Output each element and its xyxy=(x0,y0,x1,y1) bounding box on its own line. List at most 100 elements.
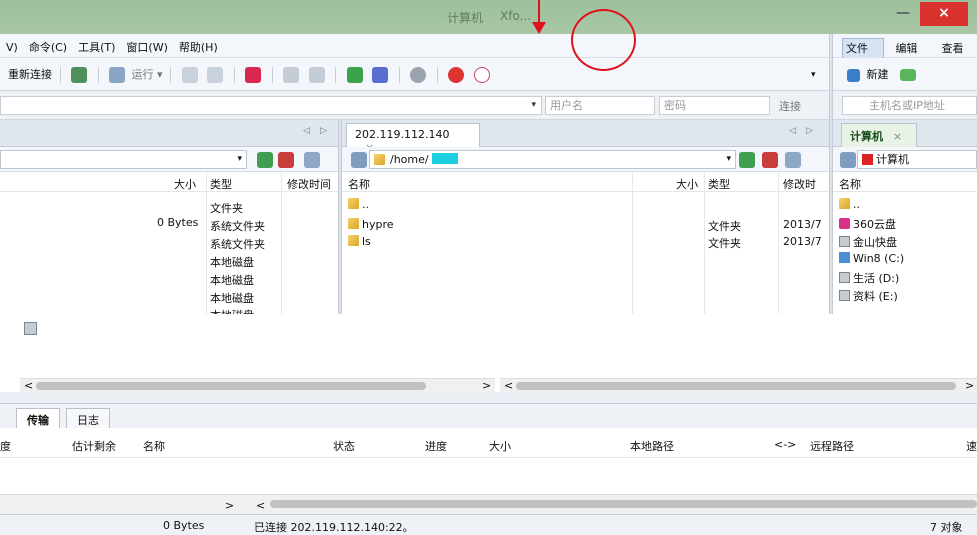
transfer-list xyxy=(0,458,977,494)
menu-tools[interactable]: 工具(T) xyxy=(78,39,115,55)
scroll-left-icon[interactable]: < xyxy=(256,499,265,512)
list-item-type: 文件夹 xyxy=(708,220,741,233)
col-size[interactable]: 大小 xyxy=(489,438,511,454)
refresh-icon[interactable] xyxy=(278,152,294,168)
tab-remote-label: 202.119.112.140 xyxy=(355,128,450,141)
scroll-thumb[interactable] xyxy=(270,500,977,508)
list-item[interactable]: 生活 (D:) xyxy=(839,270,899,286)
minimize-button[interactable]: — xyxy=(890,2,916,26)
drive-icon xyxy=(24,322,37,335)
list-item[interactable]: 金山快盘 xyxy=(839,234,897,250)
list-item-type: 本地磁盘 xyxy=(210,274,254,287)
view-mode-icon[interactable] xyxy=(785,152,801,168)
tab-scroll-left-icon[interactable]: ◁ xyxy=(303,126,310,136)
tab-computer[interactable]: 计算机 × xyxy=(841,123,917,147)
col-status[interactable]: 状态 xyxy=(333,438,355,454)
transfer-icon[interactable] xyxy=(245,67,262,83)
tab-close-icon[interactable]: × xyxy=(893,130,902,143)
run-button[interactable]: 运行 ▾ xyxy=(132,68,163,81)
list-item[interactable]: 资料 (E:) xyxy=(839,288,898,304)
parent-folder-icon[interactable] xyxy=(257,152,273,168)
col-name[interactable]: 名称 xyxy=(839,176,861,192)
window-title: 计算机 xyxy=(447,11,484,25)
col-eta[interactable]: 估计剩余 xyxy=(72,438,116,454)
bottom-hscrollbar[interactable]: > < xyxy=(0,494,977,514)
remote-hscrollbar[interactable]: < > xyxy=(500,378,977,393)
tab-scroll-right-icon[interactable]: ▷ xyxy=(320,126,327,136)
gear-icon[interactable] xyxy=(410,67,427,83)
host-field[interactable]: 主机名或IP地址 xyxy=(842,96,977,115)
right-path-field[interactable]: 计算机 xyxy=(857,150,977,169)
menu-help[interactable]: 帮助(H) xyxy=(179,39,218,55)
compare-icon[interactable] xyxy=(372,67,389,83)
menu-window[interactable]: 窗口(W) xyxy=(126,39,167,55)
paste-icon[interactable] xyxy=(308,67,325,83)
col-speed[interactable]: 速 xyxy=(966,438,977,454)
col-progress[interactable]: 进度 xyxy=(425,438,447,454)
col-type[interactable]: 类型 xyxy=(708,176,730,192)
list-item[interactable]: ls xyxy=(348,235,371,248)
col-name[interactable]: 名称 xyxy=(143,438,165,454)
close-button[interactable]: × xyxy=(920,2,968,26)
col-type[interactable]: 类型 xyxy=(210,176,232,192)
bookmark-icon[interactable] xyxy=(351,152,367,168)
bookmark-icon[interactable] xyxy=(840,152,856,168)
forward-icon[interactable] xyxy=(207,67,224,83)
col-modified[interactable]: 修改时间 xyxy=(287,176,331,192)
folder-icon xyxy=(839,198,850,209)
pane-divider xyxy=(829,58,833,91)
col-remote-path[interactable]: 远程路径 xyxy=(810,438,854,454)
connect-button[interactable]: 连接 xyxy=(779,98,801,114)
left-path-row: ▾ xyxy=(0,147,338,172)
left-path-combo[interactable]: ▾ xyxy=(0,150,247,169)
help-icon[interactable] xyxy=(448,67,465,83)
back-icon[interactable] xyxy=(181,67,198,83)
scroll-right-icon[interactable]: > xyxy=(482,379,491,392)
right-path-text: 计算机 xyxy=(876,153,909,166)
scroll-thumb[interactable] xyxy=(516,382,956,390)
list-item[interactable]: Win8 (C:) xyxy=(839,252,904,265)
new-button[interactable]: 新建 xyxy=(867,68,889,81)
list-item[interactable]: 360云盘 xyxy=(839,216,896,232)
reconnect-button[interactable]: 重新连接 xyxy=(8,68,52,81)
chat-icon[interactable] xyxy=(473,67,490,83)
col-direction[interactable]: <-> xyxy=(774,438,796,451)
parent-folder-icon[interactable] xyxy=(739,152,755,168)
username-field[interactable]: 用户名 xyxy=(545,96,655,115)
session-combo[interactable]: ▾ xyxy=(0,96,542,115)
list-item[interactable]: .. xyxy=(839,198,860,211)
scroll-left-icon[interactable]: < xyxy=(504,379,513,392)
remote-path-field[interactable]: /home/ ▾ xyxy=(369,150,736,169)
password-field[interactable]: 密码 xyxy=(659,96,770,115)
col-size[interactable]: 大小 xyxy=(676,176,698,192)
scroll-right-icon[interactable]: > xyxy=(225,499,234,512)
toolbar-dropdown-icon[interactable]: ▾ xyxy=(811,70,816,80)
list-item[interactable]: hypre xyxy=(348,218,394,231)
tab-scroll-right-icon[interactable]: ▷ xyxy=(806,126,813,136)
col-size[interactable]: 大小 xyxy=(174,176,196,192)
menu-command[interactable]: 命令(C) xyxy=(29,39,67,55)
list-item-type: 系统文件夹 xyxy=(210,220,265,233)
list-item[interactable]: .. xyxy=(348,198,369,211)
left-hscrollbar[interactable]: < > xyxy=(20,378,495,393)
folder-open-icon[interactable] xyxy=(900,69,916,81)
tab-transfer[interactable]: 传输 xyxy=(16,408,60,429)
copy-icon[interactable] xyxy=(283,67,300,83)
scroll-thumb[interactable] xyxy=(36,382,426,390)
remote-path-text: /home/ xyxy=(390,153,429,166)
col-name[interactable]: 名称 xyxy=(348,176,370,192)
session-icon[interactable] xyxy=(71,67,87,83)
new-icon xyxy=(847,68,860,82)
col-progress-left[interactable]: 度 xyxy=(0,438,11,454)
sync-icon[interactable] xyxy=(346,67,363,83)
refresh-icon[interactable] xyxy=(762,152,778,168)
tab-scroll-left-icon[interactable]: ◁ xyxy=(789,126,796,136)
scroll-left-icon[interactable]: < xyxy=(24,379,33,392)
col-local-path[interactable]: 本地路径 xyxy=(630,438,674,454)
menu-view[interactable]: V) xyxy=(6,41,18,54)
scroll-right-icon[interactable]: > xyxy=(965,379,974,392)
col-modified[interactable]: 修改时 xyxy=(783,176,816,192)
view-mode-icon[interactable] xyxy=(304,152,320,168)
tab-log[interactable]: 日志 xyxy=(66,408,110,429)
tab-remote[interactable]: 202.119.112.140 × xyxy=(346,123,480,154)
